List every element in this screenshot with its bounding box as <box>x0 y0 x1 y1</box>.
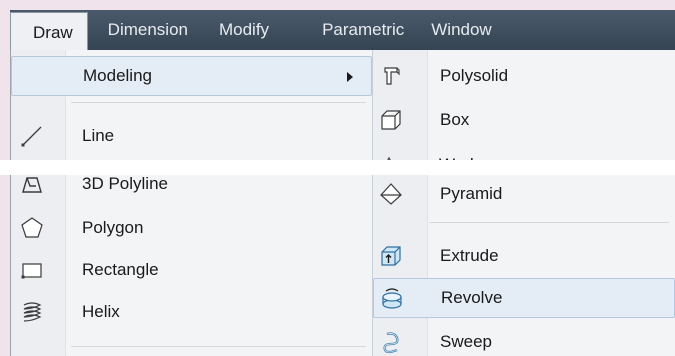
menu-item-helix[interactable]: Helix <box>11 292 372 332</box>
submenu-arrow-icon <box>347 72 353 82</box>
menu-item-label: 3D Polyline <box>82 174 168 193</box>
menu-item-label: Line <box>82 126 115 145</box>
menu-item-label: Sweep <box>440 332 492 351</box>
polygon-icon <box>19 215 45 241</box>
menu-item-label: Pyramid <box>440 184 503 203</box>
submenu-item-sweep[interactable]: Sweep <box>373 322 675 356</box>
menu-item-rectangle[interactable]: Rectangle <box>11 250 372 290</box>
pyramid-icon <box>378 181 404 207</box>
menu-item-label: Rectangle <box>82 260 159 279</box>
menu-item-label: Polygon <box>82 218 144 237</box>
line-icon <box>19 123 45 149</box>
menu-item-label: Polysolid <box>440 66 509 85</box>
menu-item-label: Revolve <box>441 288 503 307</box>
menu-item-label: Extrude <box>440 246 499 265</box>
menu-draw[interactable]: Draw <box>10 12 88 50</box>
menu-item-label: Box <box>440 110 470 129</box>
extrude-icon <box>378 243 404 269</box>
sweep-icon <box>378 329 404 355</box>
polysolid-icon <box>378 63 404 89</box>
menubar: Draw Dimension Modify Parametric Window <box>10 10 675 50</box>
modeling-submenu: Polysolid Box Pyramid Extrude Revolve Sw… <box>372 50 675 356</box>
submenu-item-box[interactable]: Box <box>373 100 675 140</box>
menu-window[interactable]: Window <box>417 10 504 50</box>
separator <box>71 102 366 103</box>
menu-item-label: Modeling <box>83 66 152 85</box>
menu-parametric[interactable]: Parametric <box>282 10 417 50</box>
menu-item-label: Helix <box>82 302 120 321</box>
separator <box>71 346 366 347</box>
helix-icon <box>19 299 45 325</box>
draw-menu: Modeling Line 3D Polyline Polygon Rectan… <box>10 50 372 356</box>
separator <box>429 222 669 223</box>
menu-item-modeling[interactable]: Modeling <box>11 56 372 96</box>
submenu-item-extrude[interactable]: Extrude <box>373 236 675 276</box>
menu-item-line[interactable]: Line <box>11 116 372 156</box>
submenu-item-revolve[interactable]: Revolve <box>373 278 675 318</box>
menu-item-polygon[interactable]: Polygon <box>11 208 372 248</box>
box-icon <box>378 107 404 133</box>
white-band <box>0 160 675 175</box>
submenu-item-polysolid[interactable]: Polysolid <box>373 56 675 96</box>
menu-modify[interactable]: Modify <box>201 10 282 50</box>
rectangle-icon <box>19 257 45 283</box>
menu-dimension[interactable]: Dimension <box>88 10 201 50</box>
revolve-icon <box>379 285 405 311</box>
submenu-item-pyramid[interactable]: Pyramid <box>373 174 675 214</box>
